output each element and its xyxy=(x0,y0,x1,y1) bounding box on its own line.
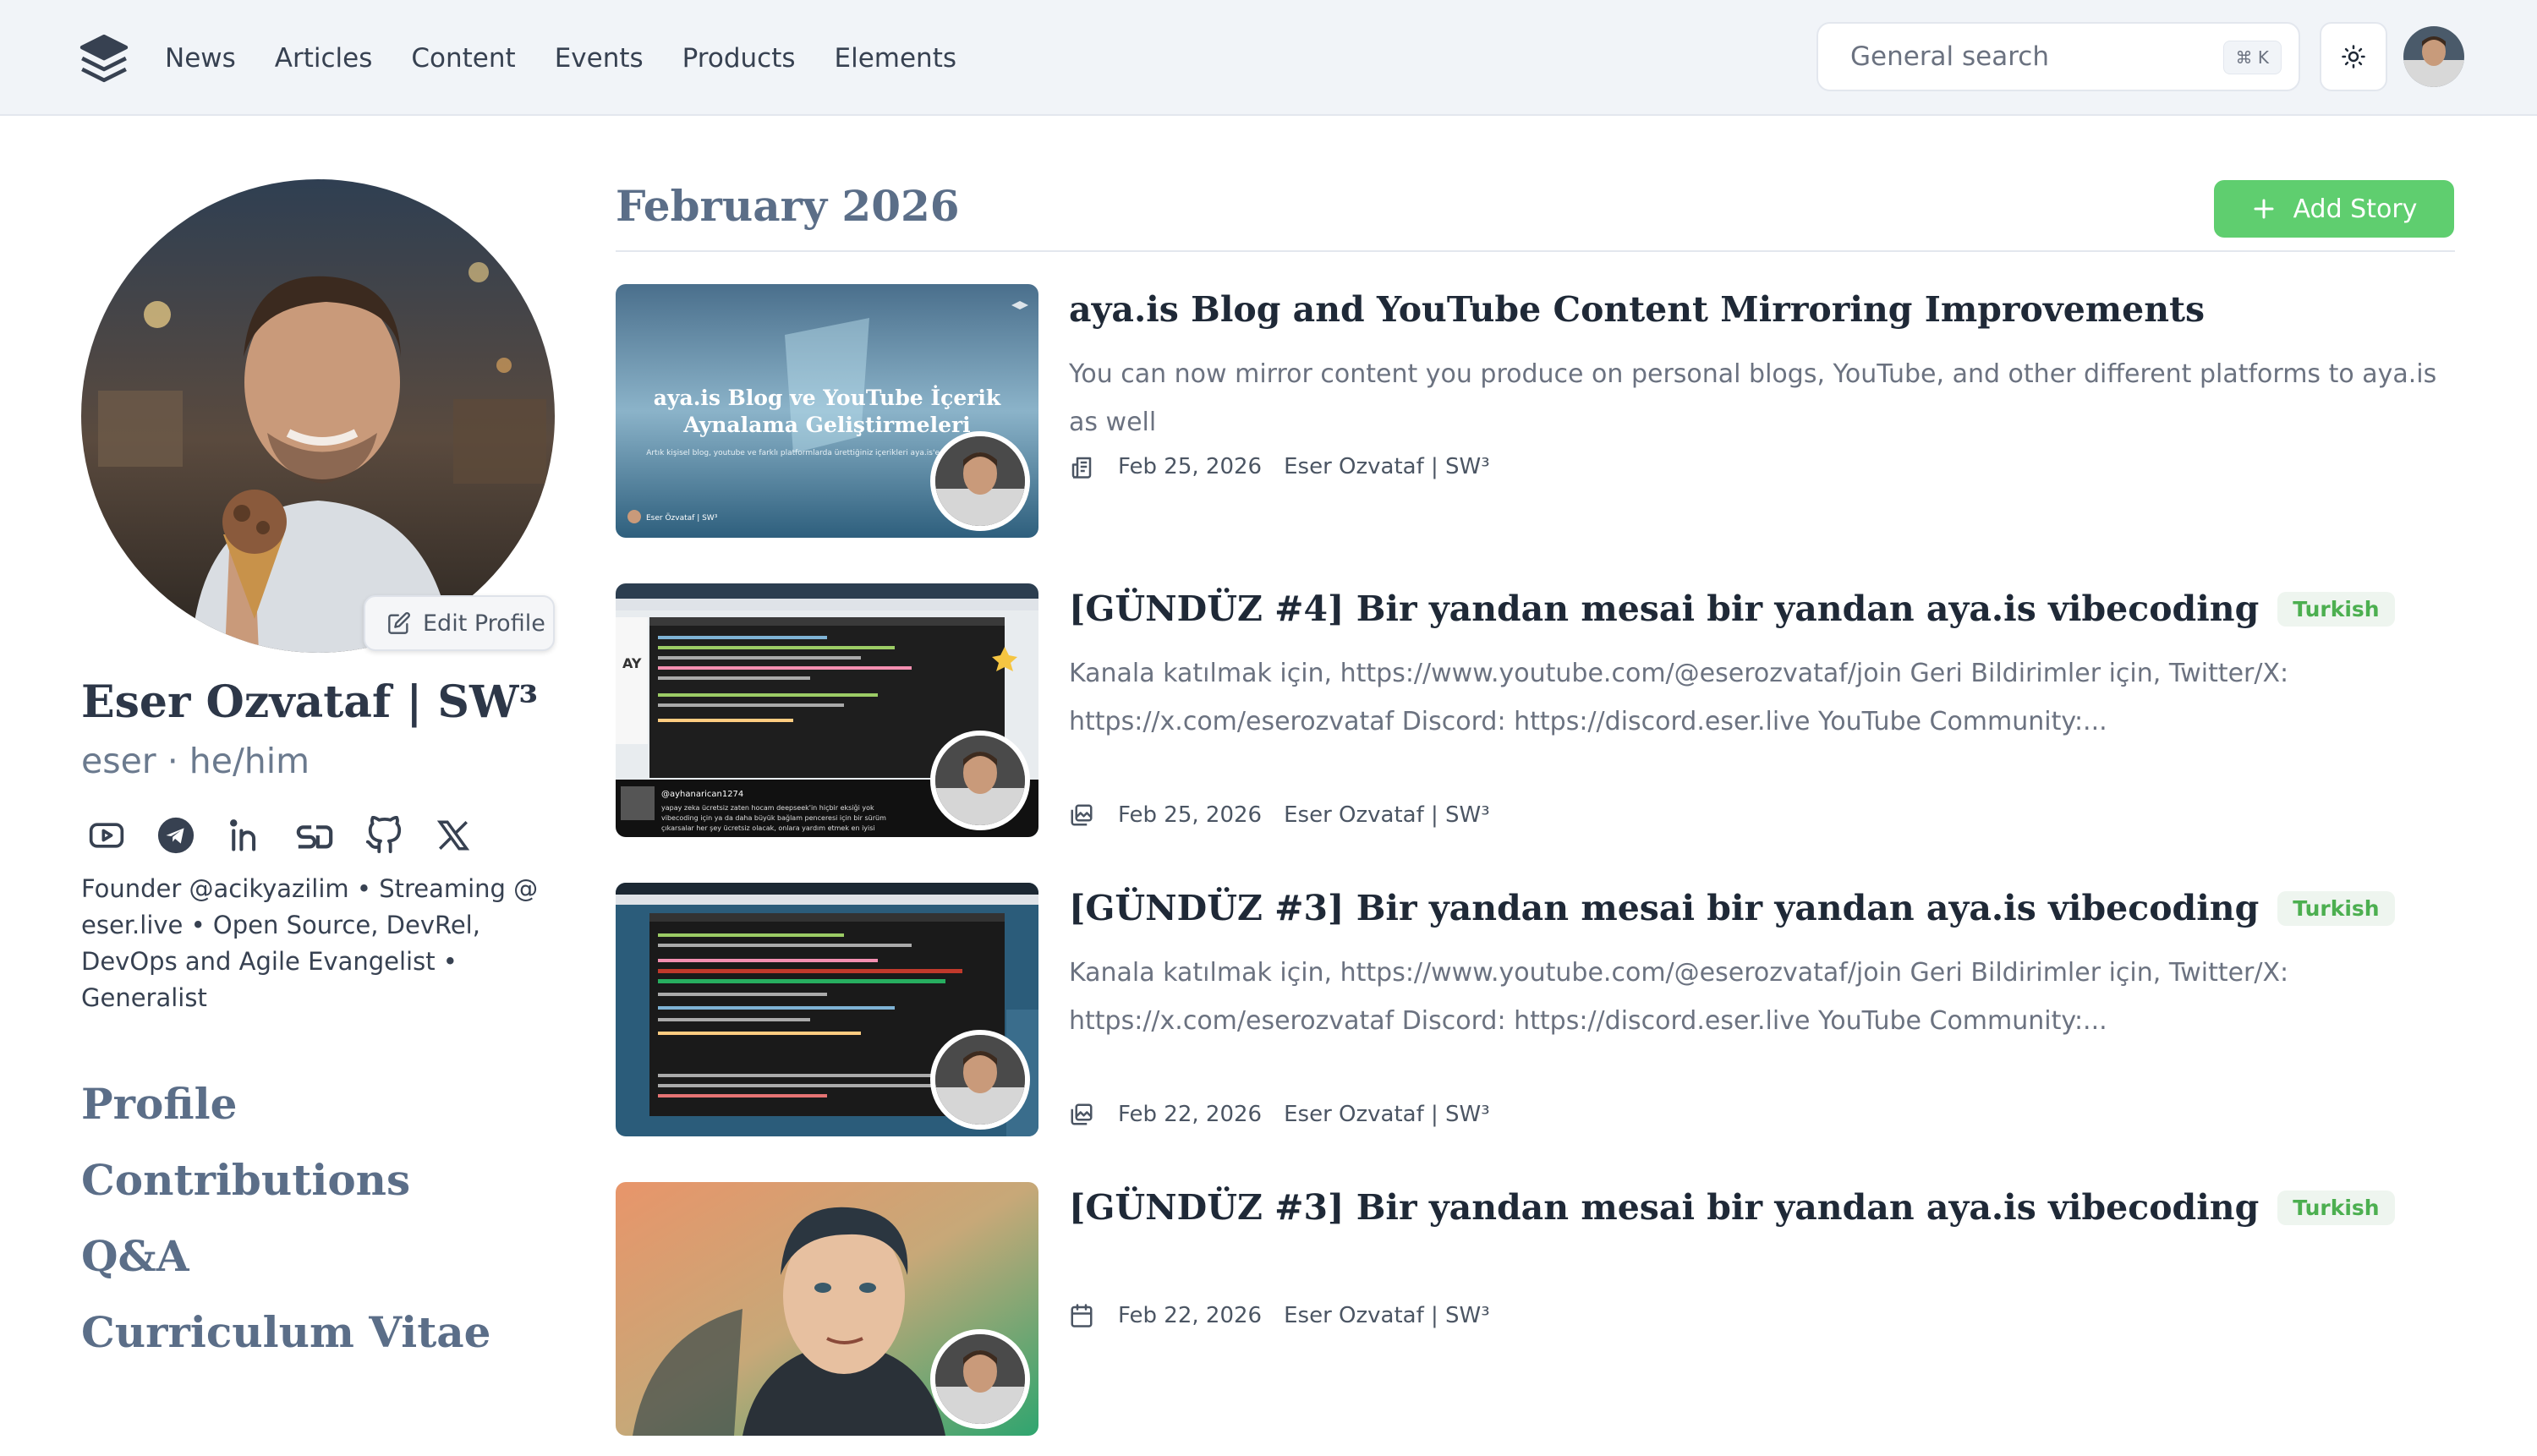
story-title-row: [GÜNDÜZ #4] Bir yandan mesai bir yandan … xyxy=(1069,583,2395,634)
story-meta: Feb 22, 2026 Eser Ozvataf | SW³ xyxy=(1069,1101,1490,1128)
story-item[interactable]: [GÜNDÜZ #3] Bir yandan mesai bir yandan … xyxy=(616,883,2455,1138)
thumb-chat-line-3: çıkarsalar her şey ücretsiz olacak, onla… xyxy=(661,824,875,832)
content-icon xyxy=(1069,1101,1096,1128)
profile-nav-profile[interactable]: Profile xyxy=(81,1070,491,1147)
github-link[interactable] xyxy=(359,810,409,861)
social-links xyxy=(81,810,479,861)
nav-events[interactable]: Events xyxy=(555,43,644,74)
story-description: Kanala katılmak için, https://www.youtub… xyxy=(1069,659,2289,736)
story-date: Feb 25, 2026 xyxy=(1118,802,1263,828)
svg-text:AY: AY xyxy=(622,655,642,671)
x-icon xyxy=(436,820,470,851)
nav-content[interactable]: Content xyxy=(411,43,515,74)
nav-products[interactable]: Products xyxy=(682,43,796,74)
month-divider xyxy=(616,250,2455,252)
story-title[interactable]: [GÜNDÜZ #3] Bir yandan mesai bir yandan … xyxy=(1069,888,2259,928)
linkedin-icon xyxy=(230,819,256,851)
story-item[interactable]: aya.is Blog ve YouTube İçerik Aynalama G… xyxy=(616,284,2455,539)
story-title-row: [GÜNDÜZ #3] Bir yandan mesai bir yandan … xyxy=(1069,883,2395,933)
story-meta: Feb 25, 2026 Eser Ozvataf | SW³ xyxy=(1069,453,1490,480)
story-meta: Feb 22, 2026 Eser Ozvataf | SW³ xyxy=(1069,1302,1490,1329)
telegram-link[interactable] xyxy=(151,810,201,861)
x-link[interactable] xyxy=(428,810,479,861)
author-avatar xyxy=(930,431,1030,531)
story-description: Kanala katılmak için, https://www.youtub… xyxy=(1069,958,2289,1036)
profile-nav-contributions[interactable]: Contributions xyxy=(81,1147,491,1223)
language-badge: Turkish xyxy=(2277,591,2395,627)
thumb-title-line-1: aya.is Blog ve YouTube İçerik xyxy=(654,386,1001,410)
profile-nav-qa[interactable]: Q&A xyxy=(81,1223,491,1299)
story-title-row: aya.is Blog and YouTube Content Mirrorin… xyxy=(1069,284,2205,335)
edit-profile-button[interactable]: Edit Profile xyxy=(364,595,555,651)
story-date: Feb 25, 2026 xyxy=(1118,454,1263,479)
thumb-chat-line-1: yapay zeka ücretsiz zaten hocam deepseek… xyxy=(661,804,874,812)
thumb-chat-line-2: vibecoding için ya da daha büyük bağlam … xyxy=(661,814,886,822)
author-avatar xyxy=(930,1030,1030,1130)
nav-news[interactable]: News xyxy=(165,43,236,74)
author-avatar xyxy=(930,1329,1030,1429)
top-bar: News Articles Content Events Products El… xyxy=(0,0,2537,116)
month-heading: February 2026 xyxy=(616,181,960,231)
linkedin-link[interactable] xyxy=(220,810,271,861)
thumb-chat-user: @ayhanarican1274 xyxy=(661,790,743,799)
main-nav: News Articles Content Events Products El… xyxy=(165,0,995,116)
youtube-link[interactable] xyxy=(81,810,132,861)
story-author[interactable]: Eser Ozvataf | SW³ xyxy=(1284,454,1490,479)
story-title[interactable]: [GÜNDÜZ #3] Bir yandan mesai bir yandan … xyxy=(1069,1187,2259,1228)
story-date: Feb 22, 2026 xyxy=(1118,1303,1263,1328)
youtube-icon xyxy=(89,823,124,848)
story-item[interactable]: [GÜNDÜZ #3] Bir yandan mesai bir yandan … xyxy=(616,1182,2455,1437)
edit-icon xyxy=(388,612,410,634)
speakerdeck-link[interactable] xyxy=(289,810,340,861)
layers-logo-icon[interactable] xyxy=(78,32,130,85)
profile-photo xyxy=(81,179,555,653)
story-meta: Feb 25, 2026 Eser Ozvataf | SW³ xyxy=(1069,802,1490,829)
story-thumbnail[interactable]: aya.is Blog ve YouTube İçerik Aynalama G… xyxy=(616,284,1038,538)
profile-nav-cv[interactable]: Curriculum Vitae xyxy=(81,1299,491,1375)
thumb-title-line-2: Aynalama Geliştirmeleri xyxy=(682,413,970,437)
profile-bio: Founder @acikyazilim • Streaming @ eser.… xyxy=(81,874,539,1012)
search-shortcut-badge: ⌘ K xyxy=(2222,41,2282,74)
sun-icon xyxy=(2342,45,2365,68)
profile-name: Eser Ozvataf | SW³ xyxy=(81,676,539,728)
github-icon xyxy=(365,816,402,854)
author-avatar xyxy=(930,731,1030,830)
nav-articles[interactable]: Articles xyxy=(275,43,373,74)
speakerdeck-icon xyxy=(296,825,333,849)
story-title-row: [GÜNDÜZ #3] Bir yandan mesai bir yandan … xyxy=(1069,1182,2395,1233)
story-author[interactable]: Eser Ozvataf | SW³ xyxy=(1284,1303,1490,1328)
story-thumbnail[interactable] xyxy=(616,1182,1038,1436)
language-badge: Turkish xyxy=(2277,890,2395,926)
user-avatar[interactable] xyxy=(2403,26,2464,87)
plus-icon xyxy=(2254,199,2274,219)
article-icon xyxy=(1069,453,1096,480)
add-story-button[interactable]: Add Story xyxy=(2214,180,2454,238)
thumb-author: Eser Özvataf | SW³ xyxy=(646,513,718,523)
story-author[interactable]: Eser Ozvataf | SW³ xyxy=(1284,1102,1490,1127)
story-title[interactable]: [GÜNDÜZ #4] Bir yandan mesai bir yandan … xyxy=(1069,588,2259,629)
profile-nav: Profile Contributions Q&A Curriculum Vit… xyxy=(81,1070,491,1375)
calendar-icon xyxy=(1069,1302,1096,1329)
edit-profile-label: Edit Profile xyxy=(423,610,545,637)
story-thumbnail[interactable] xyxy=(616,883,1038,1136)
add-story-label: Add Story xyxy=(2293,194,2418,224)
story-thumbnail[interactable]: AY @ayhanarican1274 yapay zeka ücretsiz … xyxy=(616,583,1038,837)
language-badge: Turkish xyxy=(2277,1190,2395,1225)
telegram-icon xyxy=(157,817,195,854)
general-search: ⌘ K xyxy=(1816,22,2300,91)
profile-handle: eser · he/him xyxy=(81,741,310,781)
story-description: You can now mirror content you produce o… xyxy=(1069,359,2437,437)
story-title[interactable]: aya.is Blog and YouTube Content Mirrorin… xyxy=(1069,289,2205,330)
theme-toggle-button[interactable] xyxy=(2320,22,2387,91)
story-date: Feb 22, 2026 xyxy=(1118,1102,1263,1127)
content-icon xyxy=(1069,802,1096,829)
search-input[interactable] xyxy=(1850,24,2205,90)
story-author[interactable]: Eser Ozvataf | SW³ xyxy=(1284,802,1490,828)
story-item[interactable]: AY @ayhanarican1274 yapay zeka ücretsiz … xyxy=(616,583,2455,839)
nav-elements[interactable]: Elements xyxy=(835,43,957,74)
